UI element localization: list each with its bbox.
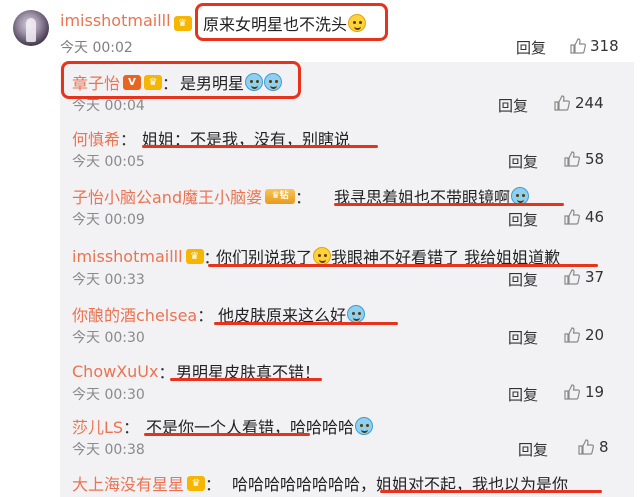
comment-time: 今天 00:02: [60, 40, 133, 56]
reply-username[interactable]: 你酿的酒chelsea：: [72, 302, 213, 326]
like-count: 8: [599, 438, 609, 456]
like-button[interactable]: 20: [564, 326, 604, 344]
vip-badge: ♛: [187, 475, 206, 491]
highlight-box-top: [195, 3, 388, 41]
like-button[interactable]: 19: [564, 383, 604, 401]
reply-username[interactable]: 大上海没有星星 ♛：: [72, 471, 221, 495]
colon: ：: [295, 188, 312, 207]
crying-laughing-emoji: [355, 417, 374, 435]
highlight-underline: [208, 264, 598, 267]
highlight-underline: [142, 145, 378, 148]
thumbs-up-icon: [570, 38, 586, 54]
reply-button[interactable]: 回复: [508, 269, 538, 290]
username-text[interactable]: 莎儿LS: [72, 414, 123, 438]
like-button[interactable]: 58: [564, 150, 604, 168]
like-count: 19: [585, 383, 605, 401]
colon: ：: [123, 418, 140, 437]
reply-row: 大上海没有星星 ♛： 哈哈哈哈哈哈哈哈， 姐姐对不起，我也以为是你: [60, 467, 634, 497]
highlight-box-reply: [61, 61, 301, 99]
reply-button[interactable]: 回复: [518, 439, 548, 460]
like-count: 244: [575, 94, 604, 112]
reply-row: 你酿的酒chelsea： 他皮肤原来这么好 今天 00:30 回复 20: [60, 298, 634, 348]
like-count: 58: [585, 150, 605, 168]
like-button[interactable]: 244: [554, 94, 604, 112]
reply-time: 今天 00:30: [72, 330, 145, 346]
thumbs-up-icon: [564, 209, 580, 225]
reply-row: 何慎希： 姐姐：不是我，没有，别瞎说 今天 00:05 回复 58: [60, 122, 634, 172]
reply-button[interactable]: 回复: [508, 151, 538, 172]
like-button[interactable]: 318: [570, 37, 619, 55]
like-button[interactable]: 37: [564, 268, 604, 286]
reply-time: 今天 00:09: [72, 212, 145, 228]
reply-time: 今天 00:33: [72, 272, 145, 288]
like-count: 37: [585, 268, 605, 286]
highlight-underline: [334, 203, 564, 206]
like-button[interactable]: 8: [578, 438, 609, 456]
reply-username[interactable]: ChowXuUx：: [72, 359, 174, 383]
reply-button[interactable]: 回复: [508, 209, 538, 230]
username-text[interactable]: 你酿的酒chelsea: [72, 302, 197, 326]
reply-button[interactable]: 回复: [498, 95, 528, 116]
thumbs-up-icon: [554, 95, 570, 111]
like-count: 20: [585, 326, 605, 344]
highlight-underline: [380, 490, 602, 493]
thumbs-up-icon: [564, 384, 580, 400]
vip-badge: ♛: [185, 248, 204, 264]
thumbs-up-icon: [564, 151, 580, 167]
highlight-underline: [214, 322, 398, 325]
reply-row: imisshotmailll ♛： 你们别说我了 我眼神不好看错了 我给姐姐道歉 今…: [60, 240, 634, 290]
reply-text-body: 哈哈哈哈哈哈哈哈，: [232, 475, 377, 494]
highlight-underline: [170, 378, 322, 381]
reply-username[interactable]: 何慎希：: [72, 126, 136, 150]
reply-row: ChowXuUx： 男明星皮肤真不错！ 今天 00:30 回复 19: [60, 355, 634, 405]
like-count: 46: [585, 208, 605, 226]
reply-time: 今天 00:38: [72, 442, 145, 458]
reply-button[interactable]: 回复: [508, 384, 538, 405]
colon: ：: [197, 306, 214, 325]
replies-panel: 章子怡 V ♛： 是男明星 今天 00:04 回复 244 何慎希： 姐姐：不是我，…: [60, 62, 634, 497]
reply-row: 子怡小脑公and魔王小脑婆 ♛钻： 我寻思着姐也不带眼镜啊 今天 00:09 回复…: [60, 180, 634, 230]
username-text[interactable]: 大上海没有星星: [72, 471, 184, 495]
reply-username[interactable]: 子怡小脑公and魔王小脑婆 ♛钻：: [72, 184, 311, 208]
like-button[interactable]: 46: [564, 208, 604, 226]
laughing-emoji: [313, 247, 332, 265]
highlight-underline: [144, 433, 310, 436]
crying-laughing-emoji: [347, 305, 366, 323]
reply-row: 莎儿LS： 不是你一个人看错，哈哈哈哈 今天 00:38 回复 8: [60, 410, 634, 460]
reply-username[interactable]: imisshotmailll ♛：: [72, 244, 220, 268]
username-text[interactable]: ChowXuUx: [72, 362, 158, 381]
reply-time: 今天 00:05: [72, 154, 145, 170]
username-text[interactable]: 子怡小脑公and魔王小脑婆: [72, 184, 262, 208]
colon: ：: [120, 130, 137, 149]
username-text[interactable]: 何慎希: [72, 126, 120, 150]
vip-badge: ♛钻: [265, 188, 296, 204]
like-count: 318: [590, 37, 619, 55]
reply-time: 今天 00:30: [72, 387, 145, 403]
thumbs-up-icon: [564, 269, 580, 285]
avatar[interactable]: [13, 10, 49, 46]
username-text[interactable]: imisshotmailll: [60, 11, 171, 30]
reply-username[interactable]: 莎儿LS：: [72, 414, 139, 438]
thumbs-up-icon: [564, 327, 580, 343]
thumbs-up-icon: [578, 439, 594, 455]
username-text[interactable]: imisshotmailll: [72, 247, 183, 266]
vip-badge: ♛: [173, 16, 192, 31]
reply-button[interactable]: 回复: [508, 327, 538, 348]
comment-username[interactable]: imisshotmailll ♛: [60, 11, 192, 31]
reply-button[interactable]: 回复: [516, 37, 546, 58]
colon: ：: [205, 475, 222, 494]
